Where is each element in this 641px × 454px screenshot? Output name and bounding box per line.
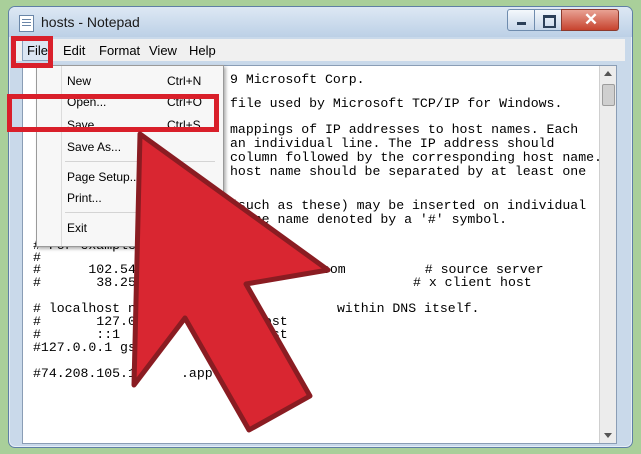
menu-gutter — [61, 66, 62, 246]
menu-item-new[interactable]: New — [67, 74, 91, 88]
editor-line: host name should be separated by at leas… — [230, 164, 587, 179]
editor-line: # x client host — [413, 275, 532, 290]
scroll-thumb[interactable] — [602, 84, 615, 106]
editor-line: within DNS itself. — [337, 301, 480, 316]
editor-line: column followed by the corresponding hos… — [230, 150, 602, 165]
close-icon: ✕ — [583, 10, 599, 29]
scroll-down-icon[interactable] — [604, 433, 612, 438]
save-highlight-box — [7, 94, 219, 132]
menu-separator — [65, 161, 215, 162]
editor-line: .apple. — [181, 366, 237, 381]
menu-bar: File Edit Format View Help — [13, 39, 625, 61]
notepad-window: hosts - Notepad ✕ File Edit Format View … — [8, 6, 633, 448]
editor-line: # 38.25. — [33, 275, 144, 290]
menu-item-exit[interactable]: Exit — [67, 221, 87, 235]
editor-line: #127.0.0.1 gs. — [33, 340, 144, 355]
editor-line: com — [258, 340, 282, 355]
menu-item-save-as[interactable]: Save As... — [67, 140, 121, 154]
scroll-up-icon[interactable] — [604, 71, 612, 76]
menu-item-print[interactable]: Print... — [67, 191, 102, 205]
editor-line: (such as these) may be inserted on indiv… — [230, 198, 587, 213]
menu-edit[interactable]: Edit — [63, 43, 85, 58]
editor-line: #74.208.105.17 — [33, 366, 144, 381]
editor-line: file used by Microsoft TCP/IP for Window… — [230, 96, 563, 111]
minimize-icon — [517, 22, 526, 25]
menu-view[interactable]: View — [149, 43, 177, 58]
menu-item-page-setup[interactable]: Page Setup... — [67, 170, 140, 184]
vertical-scrollbar[interactable] — [599, 66, 616, 443]
title-bar[interactable]: hosts - Notepad ✕ — [9, 7, 632, 37]
maximize-button[interactable] — [534, 9, 562, 31]
menu-format[interactable]: Format — [99, 43, 140, 58]
editor-line: 9 Microsoft Corp. — [230, 72, 365, 87]
file-menu-dropdown: New Ctrl+N Open... Ctrl+O Save Ctrl+S Sa… — [36, 65, 224, 247]
menu-separator — [65, 212, 215, 213]
notepad-icon — [19, 15, 34, 32]
editor-line: chine name denoted by a '#' symbol. — [230, 212, 507, 227]
shortcut-new: Ctrl+N — [167, 74, 202, 88]
close-button[interactable]: ✕ — [561, 9, 619, 31]
file-highlight-box — [11, 36, 53, 68]
editor-line: mappings of IP addresses to host names. … — [230, 122, 579, 137]
menu-help[interactable]: Help — [189, 43, 216, 58]
maximize-icon — [543, 15, 556, 28]
window-title: hosts - Notepad — [41, 14, 140, 30]
minimize-button[interactable] — [507, 9, 535, 31]
editor-line: an individual line. The IP address shoul… — [230, 136, 555, 151]
